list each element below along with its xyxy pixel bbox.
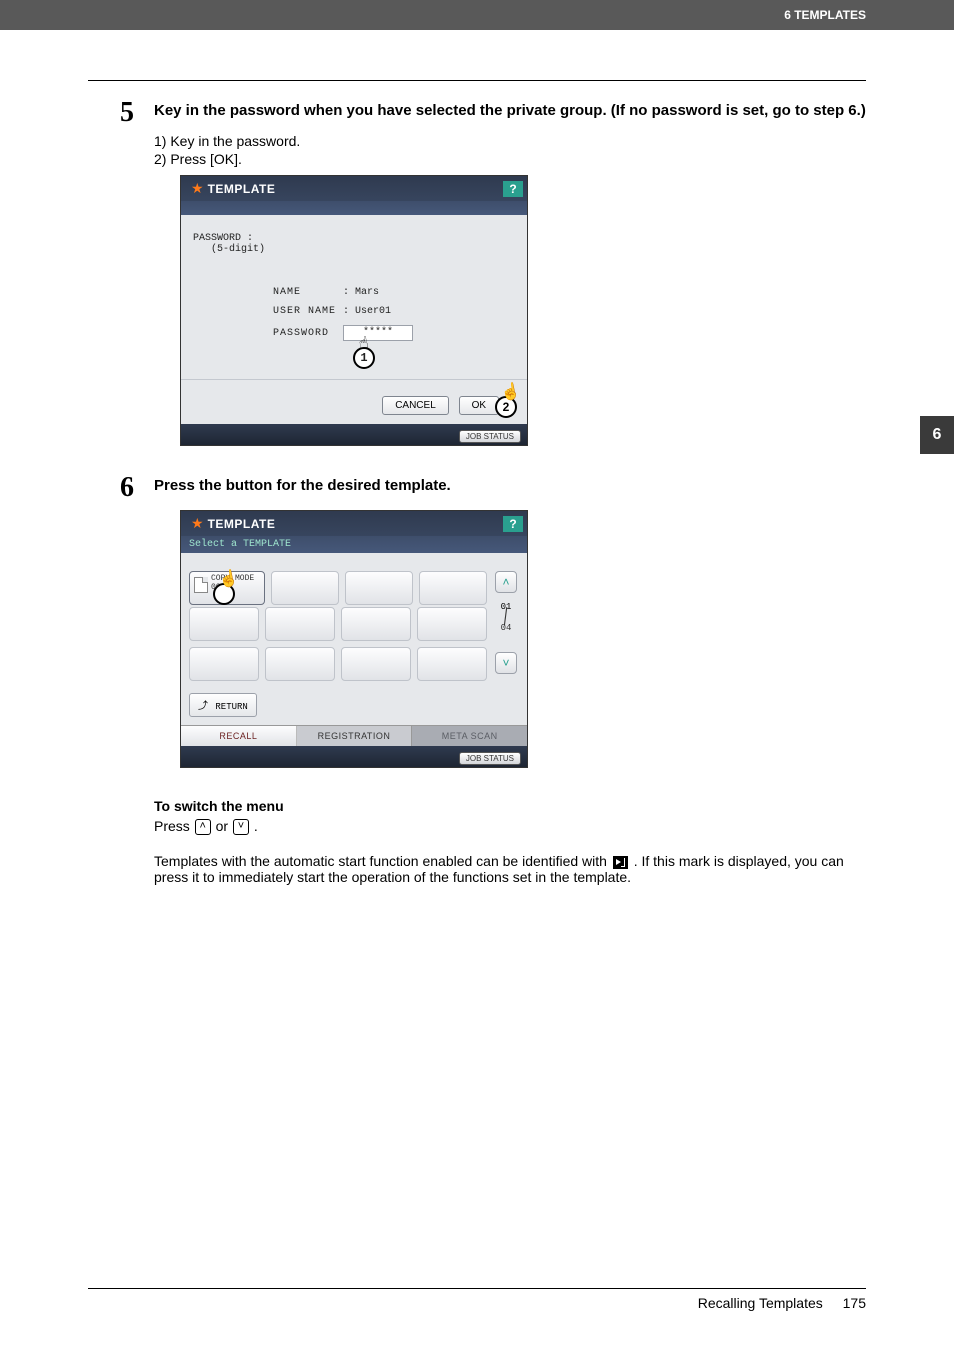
action-row: CANCEL OK ☝ 2: [181, 379, 527, 424]
autostart-note: Templates with the automatic start funct…: [154, 853, 866, 885]
footer-rule: [88, 1288, 866, 1289]
template-tile[interactable]: [345, 571, 413, 605]
panel-title: TEMPLATE: [208, 182, 503, 196]
panel-sub: [181, 201, 527, 215]
switch-menu-text: Press ˄ or ˅ .: [154, 818, 866, 835]
up-key-icon: ˄: [195, 819, 211, 835]
ok-button[interactable]: OK: [459, 396, 499, 415]
return-arrow-icon: ⤴: [198, 702, 208, 713]
panel-title: TEMPLATE: [208, 517, 503, 531]
grid-body: COPY MODE 002 ☝: [181, 553, 527, 725]
row-name: NAME : Mars: [273, 287, 515, 298]
template-tile[interactable]: [189, 607, 259, 641]
page-down-button[interactable]: ˅: [495, 652, 517, 674]
switch-menu-section: To switch the menu Press ˄ or ˅ .: [154, 798, 866, 835]
star-icon: ★: [191, 180, 204, 197]
page-number: 175: [843, 1295, 866, 1311]
step-number-5: 5: [120, 99, 154, 127]
panel-footer: JOB STATUS: [181, 424, 527, 445]
footer-section: Recalling Templates: [698, 1295, 823, 1311]
return-button[interactable]: ⤴ RETURN: [189, 693, 257, 717]
password-hint: (5-digit): [211, 244, 515, 255]
name-key: NAME: [273, 287, 343, 298]
step-5-title: Key in the password when you have select…: [154, 101, 866, 121]
template-tile[interactable]: [341, 647, 411, 681]
switch-menu-heading: To switch the menu: [154, 798, 866, 814]
panel-header: ★ TEMPLATE ?: [181, 511, 527, 536]
username-key: USER NAME: [273, 306, 343, 317]
template-tile[interactable]: [265, 647, 335, 681]
step-5: 5 Key in the password when you have sele…: [120, 101, 866, 127]
help-button[interactable]: ?: [503, 181, 523, 197]
autostart-icon: [613, 856, 628, 869]
template-tile[interactable]: [341, 607, 411, 641]
row-password: PASSWORD *****: [273, 325, 515, 341]
step-5-sub-1: 1) Key in the password.: [154, 133, 866, 149]
pager: ˄ 01 ╱ 04 ˅: [493, 571, 519, 687]
name-value: : Mars: [343, 287, 379, 298]
tab-metascan[interactable]: META SCAN: [412, 726, 527, 746]
step-number-6: 6: [120, 474, 154, 502]
down-key-icon: ˅: [233, 819, 249, 835]
hand-callout: ☝: [213, 583, 235, 605]
template-tile[interactable]: [265, 607, 335, 641]
row-username: USER NAME : User01: [273, 306, 515, 317]
help-button[interactable]: ?: [503, 516, 523, 532]
step-5-substeps: 1) Key in the password. 2) Press [OK].: [154, 133, 866, 167]
cancel-button[interactable]: CANCEL: [382, 396, 449, 415]
hand-pointer-icon: ☝: [500, 382, 523, 403]
template-grid-screen: ★ TEMPLATE ? Select a TEMPLATE COPY MODE…: [180, 510, 528, 768]
bottom-tabs: RECALL REGISTRATION META SCAN: [181, 725, 527, 746]
page-up-button[interactable]: ˄: [495, 571, 517, 593]
template-tile[interactable]: [417, 647, 487, 681]
callout-1: ☝ 1: [353, 347, 375, 369]
page-footer: Recalling Templates 175: [88, 1288, 866, 1311]
step-5-sub-2: 2) Press [OK].: [154, 151, 866, 167]
password-input[interactable]: *****: [343, 325, 413, 341]
template-tile[interactable]: [419, 571, 487, 605]
panel-subtitle: Select a TEMPLATE: [181, 536, 527, 553]
star-icon: ★: [191, 515, 204, 532]
step-6-title: Press the button for the desired templat…: [154, 476, 451, 496]
document-icon: [194, 577, 208, 593]
hand-pointer-icon: ☝: [218, 569, 241, 590]
running-header: 6 TEMPLATES: [0, 0, 954, 30]
panel-footer: JOB STATUS: [181, 746, 527, 767]
password-body: PASSWORD : (5-digit) NAME : Mars USER NA…: [181, 215, 527, 379]
tab-registration[interactable]: REGISTRATION: [297, 726, 413, 746]
password-screen: ★ TEMPLATE ? PASSWORD : (5-digit) NAME :…: [180, 175, 528, 446]
callout-2: ☝ 2: [495, 396, 517, 418]
job-status-button[interactable]: JOB STATUS: [459, 430, 521, 443]
template-tile[interactable]: [417, 607, 487, 641]
header-rule: [88, 80, 866, 81]
username-value: : User01: [343, 306, 391, 317]
template-tile[interactable]: [271, 571, 339, 605]
job-status-button[interactable]: JOB STATUS: [459, 752, 521, 765]
chapter-tab: 6: [920, 416, 954, 454]
password-label: PASSWORD :: [193, 233, 515, 244]
template-tile[interactable]: [189, 647, 259, 681]
page-indicator: 01 ╱ 04: [501, 603, 512, 634]
password-key: PASSWORD: [273, 328, 343, 339]
panel-header: ★ TEMPLATE ?: [181, 176, 527, 201]
tab-recall[interactable]: RECALL: [181, 726, 297, 746]
step-6: 6 Press the button for the desired templ…: [120, 476, 866, 502]
